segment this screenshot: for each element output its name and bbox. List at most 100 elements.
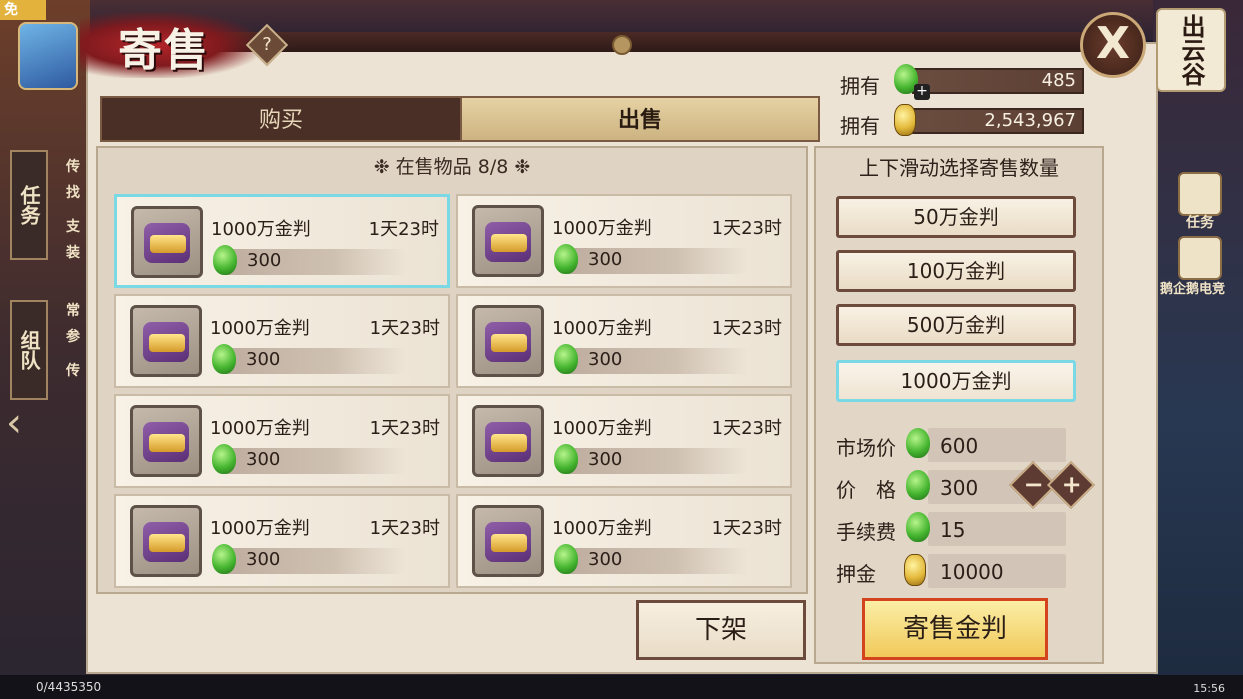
side-task-label[interactable]: 任务 — [1186, 212, 1214, 232]
listing-card[interactable]: 1000万金判 1天23时 300 — [456, 394, 792, 488]
qty-option-500w[interactable]: 500万金判 — [836, 304, 1076, 346]
status-badge: 免 — [0, 0, 46, 20]
consign-gold-button[interactable]: 寄售金判 — [862, 598, 1048, 660]
side-mini-label[interactable]: 支 — [66, 216, 80, 236]
jade-icon — [213, 245, 237, 275]
page-title: 寄售 — [118, 25, 210, 76]
gold-chest-icon — [472, 305, 544, 377]
listing-card[interactable]: 1000万金判 1天23时 300 — [114, 294, 450, 388]
gold-bars — [491, 334, 527, 352]
fee-label: 手续费 — [836, 520, 896, 544]
market-price-label: 市场价 — [836, 436, 896, 460]
side-mini-label[interactable]: 传 — [66, 156, 80, 176]
jade-icon — [906, 512, 930, 542]
gold-bars — [491, 434, 527, 452]
qty-option-1000w[interactable]: 1000万金判 — [836, 360, 1076, 402]
right-background — [1153, 0, 1243, 699]
header-ornament-icon — [612, 35, 632, 55]
listing-name: 1000万金判 — [210, 418, 310, 439]
esports-icon[interactable] — [1178, 236, 1222, 280]
listing-name: 1000万金判 — [210, 318, 310, 339]
gold-bars — [149, 434, 185, 452]
listing-price: 300 — [588, 249, 623, 270]
side-team-tab[interactable]: 组队 — [10, 300, 48, 400]
gold-chest-icon — [130, 305, 202, 377]
jade-icon — [906, 470, 930, 500]
gold-bars — [491, 234, 527, 252]
jade-icon — [212, 444, 236, 474]
listing-card[interactable]: 1000万金判 1天23时 300 — [114, 394, 450, 488]
minus-icon: − — [1023, 470, 1044, 499]
listing-price: 300 — [247, 250, 282, 271]
side-mini-label[interactable]: 参 — [66, 326, 80, 346]
plus-icon: + — [1061, 470, 1082, 499]
close-button[interactable]: X — [1080, 12, 1146, 78]
gold-bars — [150, 235, 186, 253]
gold-bars — [491, 534, 527, 552]
listing-name: 1000万金判 — [552, 218, 652, 239]
side-mini-label[interactable]: 常 — [66, 300, 80, 320]
quantity-title: 上下滑动选择寄售数量 — [859, 156, 1059, 180]
gold-bars — [149, 534, 185, 552]
gold-chest-icon — [131, 206, 203, 278]
deposit-value: 10000 — [940, 560, 1004, 584]
side-mini-label[interactable]: 装 — [66, 242, 80, 262]
side-mini-label[interactable]: 找 — [66, 182, 80, 202]
listing-time: 1天23时 — [369, 418, 440, 439]
gold-chest-icon — [472, 505, 544, 577]
jade-icon — [212, 544, 236, 574]
jade-owned-label: 拥有 — [840, 74, 880, 98]
side-task-tab[interactable]: 任务 — [10, 150, 48, 260]
coin-owned-label: 拥有 — [840, 114, 880, 138]
progress-counter: 0/4435350 — [36, 680, 102, 694]
bottom-status-bar — [0, 675, 1243, 699]
side-mini-label[interactable]: 传 — [66, 360, 80, 380]
jade-icon — [906, 428, 930, 458]
unlist-button[interactable]: 下架 — [636, 600, 806, 660]
listing-name: 1000万金判 — [211, 219, 311, 240]
player-avatar[interactable] — [18, 22, 78, 90]
price-value: 300 — [940, 476, 979, 500]
listing-time: 1天23时 — [711, 218, 782, 239]
add-jade-icon[interactable]: + — [914, 84, 930, 100]
jade-icon — [212, 344, 236, 374]
gold-chest-icon — [472, 205, 544, 277]
jade-icon — [554, 544, 578, 574]
listing-name: 1000万金判 — [210, 518, 310, 539]
side-task-icon[interactable] — [1178, 172, 1222, 216]
listing-time: 1天23时 — [711, 418, 782, 439]
listing-card[interactable]: 1000万金判 1天23时 300 — [114, 494, 450, 588]
esports-label[interactable]: 鹅企鹅电竞 — [1160, 278, 1225, 297]
listing-price: 300 — [246, 449, 281, 470]
listing-name: 1000万金判 — [552, 418, 652, 439]
listing-time: 1天23时 — [369, 318, 440, 339]
listing-price: 300 — [588, 349, 623, 370]
flower-ornament-icon: ❉ — [373, 156, 390, 178]
location-label: 出云谷 — [1156, 8, 1226, 92]
gold-chest-icon — [472, 405, 544, 477]
flower-ornament-icon: ❉ — [514, 156, 531, 178]
left-arrow-icon[interactable]: ‹ — [6, 400, 22, 446]
listing-name: 1000万金判 — [552, 518, 652, 539]
price-label: 价 格 — [836, 478, 896, 502]
gold-chest-icon — [130, 505, 202, 577]
listing-time: 1天23时 — [711, 318, 782, 339]
fee-value: 15 — [940, 518, 966, 542]
listing-card[interactable]: 1000万金判 1天23时 300 — [456, 494, 792, 588]
listing-time: 1天23时 — [368, 219, 439, 240]
listing-card[interactable]: 1000万金判 1天23时 300 — [114, 194, 450, 288]
listing-price: 300 — [246, 549, 281, 570]
tab-sell[interactable]: 出售 — [460, 96, 820, 142]
tab-buy[interactable]: 购买 — [100, 96, 462, 142]
qty-option-100w[interactable]: 100万金判 — [836, 250, 1076, 292]
listing-price: 300 — [588, 549, 623, 570]
qty-option-50w[interactable]: 50万金判 — [836, 196, 1076, 238]
listing-price: 300 — [246, 349, 281, 370]
listing-card[interactable]: 1000万金判 1天23时 300 — [456, 294, 792, 388]
listing-name: 1000万金判 — [552, 318, 652, 339]
gold-chest-icon — [130, 405, 202, 477]
listing-card[interactable]: 1000万金判 1天23时 300 — [456, 194, 792, 288]
coin-owned-value: 2,543,967 — [912, 108, 1084, 134]
deposit-label: 押金 — [836, 562, 876, 586]
listings-count: 8/8 — [477, 156, 509, 178]
